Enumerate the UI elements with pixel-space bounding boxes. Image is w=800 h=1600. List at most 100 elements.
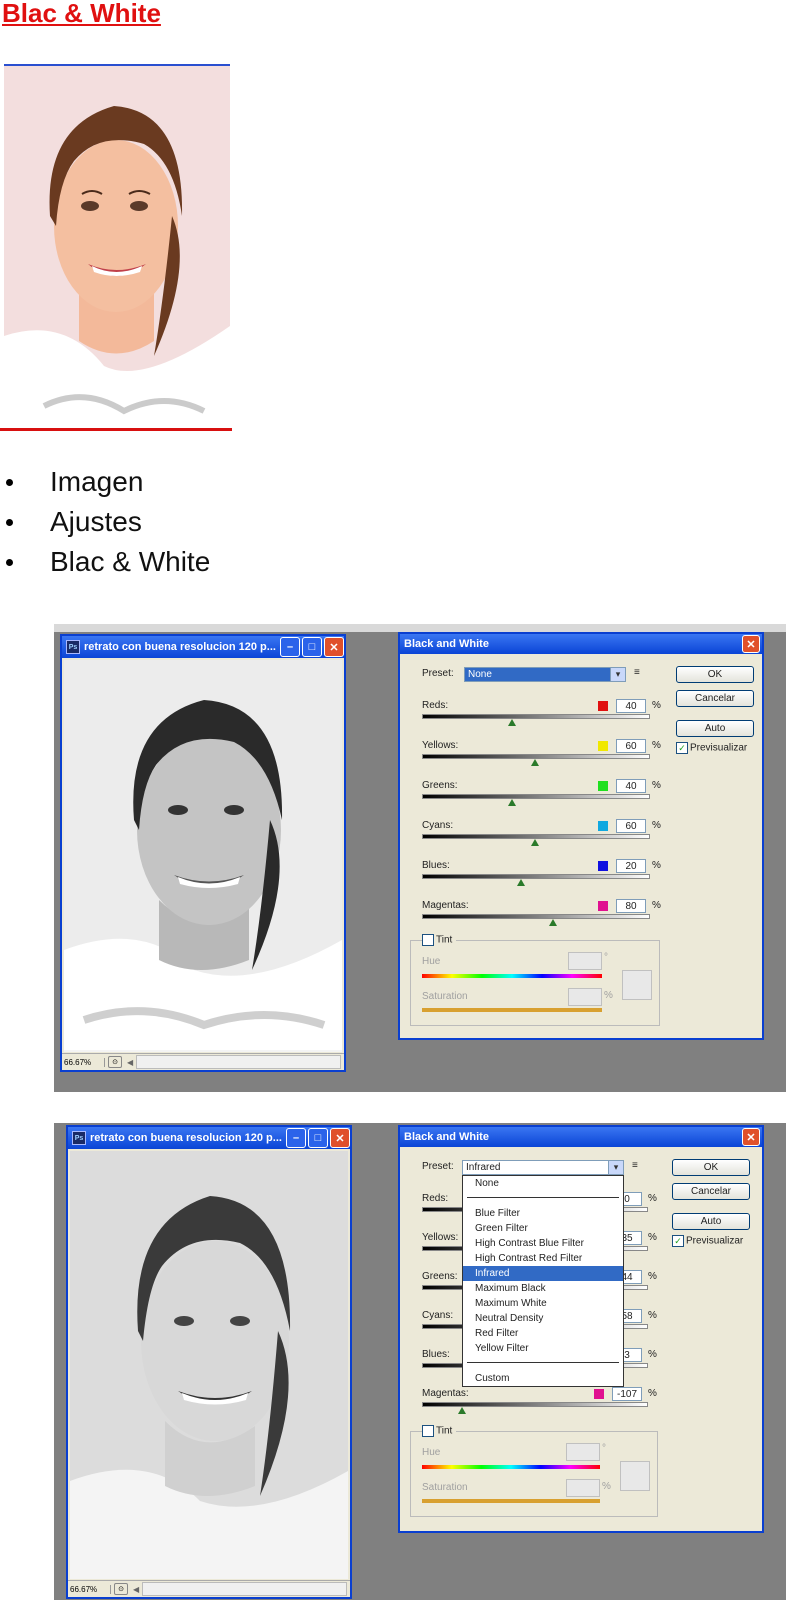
slider-track[interactable]: [422, 1402, 648, 1407]
color-swatch: [598, 861, 608, 871]
auto-button[interactable]: Auto: [676, 720, 754, 737]
slider-thumb[interactable]: [531, 759, 539, 766]
zoom-level[interactable]: 66.67%: [62, 1057, 105, 1067]
slider-value-input[interactable]: 80: [616, 899, 646, 913]
slider-track[interactable]: [422, 794, 650, 799]
slider-label: Greens:: [422, 780, 458, 791]
preset-options-icon[interactable]: ≡: [634, 667, 640, 678]
minimize-button[interactable]: –: [286, 1128, 306, 1148]
ok-button[interactable]: OK: [676, 666, 754, 683]
image-window[interactable]: Ps retrato con buena resolucion 120 p...…: [60, 634, 346, 1072]
percent-sign: %: [648, 1232, 657, 1243]
cancel-button[interactable]: Cancelar: [672, 1183, 750, 1200]
close-button[interactable]: ✕: [330, 1128, 350, 1148]
dropdown-option[interactable]: None: [463, 1176, 623, 1191]
horizontal-scrollbar[interactable]: [136, 1055, 341, 1069]
ok-button[interactable]: OK: [672, 1159, 750, 1176]
slider-value-input[interactable]: 20: [616, 859, 646, 873]
percent-sign: %: [604, 990, 613, 1001]
preset-select[interactable]: None ▾: [464, 667, 626, 682]
checkbox-checked-icon[interactable]: ✓: [676, 742, 688, 754]
slider-value-input[interactable]: 40: [616, 779, 646, 793]
slider-label: Reds:: [422, 700, 449, 711]
slider-thumb[interactable]: [531, 839, 539, 846]
maximize-button[interactable]: □: [308, 1128, 328, 1148]
percent-sign: %: [602, 1481, 611, 1492]
tint-color-swatch: [622, 970, 652, 1000]
slider-track[interactable]: [422, 874, 650, 879]
bullet-icon: [6, 478, 13, 486]
minimize-button[interactable]: –: [280, 637, 300, 657]
preset-select[interactable]: Infrared ▾: [462, 1160, 624, 1175]
slider-value-input[interactable]: -107: [612, 1387, 642, 1401]
image-window-title: retrato con buena resolucion 120 p...: [90, 1132, 282, 1144]
preview-checkbox[interactable]: ✓ Previsualizar: [676, 742, 747, 754]
dropdown-option[interactable]: Red Filter: [463, 1326, 623, 1341]
slider-value-input[interactable]: 60: [616, 819, 646, 833]
slider-thumb[interactable]: [458, 1407, 467, 1414]
screenshot-black-and-white-none: Ps retrato con buena resolucion 120 p...…: [54, 624, 786, 1092]
dropdown-option[interactable]: Maximum White: [463, 1296, 623, 1311]
preview-checkbox[interactable]: ✓ Previsualizar: [672, 1235, 743, 1247]
slider-thumb[interactable]: [508, 799, 517, 806]
zoom-level[interactable]: 66.67%: [68, 1584, 111, 1594]
tint-checkbox[interactable]: Tint: [422, 1425, 457, 1437]
dropdown-option[interactable]: High Contrast Blue Filter: [463, 1236, 623, 1251]
color-swatch: [598, 701, 608, 711]
degree-label: °: [602, 1443, 606, 1454]
checkbox-icon[interactable]: [422, 1425, 434, 1437]
preview-label: Previsualizar: [686, 1235, 744, 1247]
list-item: Imagen: [0, 462, 210, 502]
tint-checkbox[interactable]: Tint: [422, 934, 457, 946]
cancel-button[interactable]: Cancelar: [676, 690, 754, 707]
percent-sign: %: [648, 1310, 657, 1321]
dropdown-option[interactable]: Maximum Black: [463, 1281, 623, 1296]
grayscale-portrait: [64, 660, 342, 1052]
dropdown-option[interactable]: Neutral Density: [463, 1311, 623, 1326]
dropdown-option[interactable]: Yellow Filter: [463, 1341, 623, 1356]
black-and-white-dialog: Black and White ✕ Preset: Infrared ▾ ≡ O…: [398, 1125, 764, 1533]
slider-value-input[interactable]: 60: [616, 739, 646, 753]
image-window-titlebar[interactable]: Ps retrato con buena resolucion 120 p...…: [62, 636, 344, 658]
chevron-down-icon[interactable]: ▾: [610, 668, 625, 681]
auto-button[interactable]: Auto: [672, 1213, 750, 1230]
close-button[interactable]: ✕: [324, 637, 344, 657]
slider-track[interactable]: [422, 714, 650, 719]
scroll-left-icon[interactable]: ◀: [133, 1585, 139, 1594]
slider-label: Blues:: [422, 1349, 450, 1360]
slider-value-input[interactable]: 40: [616, 699, 646, 713]
dialog-close-button[interactable]: ✕: [742, 1128, 760, 1146]
image-window[interactable]: Ps retrato con buena resolucion 120 p...…: [66, 1125, 352, 1599]
dropdown-option[interactable]: High Contrast Red Filter: [463, 1251, 623, 1266]
preset-dropdown-list[interactable]: None Blue Filter Green Filter High Contrast…: [462, 1175, 624, 1387]
hue-field: [566, 1443, 600, 1461]
color-swatch: [594, 1389, 604, 1399]
slider-label: Greens:: [422, 1271, 458, 1282]
horizontal-scrollbar[interactable]: [142, 1582, 347, 1596]
preset-options-icon[interactable]: ≡: [632, 1160, 638, 1171]
dropdown-option[interactable]: Blue Filter: [463, 1206, 623, 1221]
slider-track[interactable]: [422, 914, 650, 919]
checkbox-checked-icon[interactable]: ✓: [672, 1235, 684, 1247]
percent-sign: %: [652, 740, 661, 751]
maximize-button[interactable]: □: [302, 637, 322, 657]
checkbox-icon[interactable]: [422, 934, 434, 946]
slider-label: Magentas:: [422, 1388, 469, 1399]
slider-thumb[interactable]: [508, 719, 517, 726]
slider-thumb[interactable]: [517, 879, 526, 886]
slider-thumb[interactable]: [549, 919, 558, 926]
dropdown-option[interactable]: Custom: [463, 1371, 623, 1386]
chevron-down-icon[interactable]: ▾: [608, 1161, 623, 1174]
image-window-titlebar[interactable]: Ps retrato con buena resolucion 120 p...…: [68, 1127, 350, 1149]
dropdown-option[interactable]: Green Filter: [463, 1221, 623, 1236]
tint-label: Tint: [436, 934, 453, 946]
scroll-left-icon[interactable]: ◀: [127, 1058, 133, 1067]
info-icon[interactable]: ⊙: [108, 1056, 122, 1068]
dropdown-option[interactable]: Infrared: [463, 1266, 623, 1281]
info-icon[interactable]: ⊙: [114, 1583, 128, 1595]
preset-label: Preset:: [422, 668, 454, 679]
color-swatch: [598, 741, 608, 751]
dialog-titlebar[interactable]: Black and White ✕: [400, 634, 762, 654]
dialog-titlebar[interactable]: Black and White ✕: [400, 1127, 762, 1147]
dialog-close-button[interactable]: ✕: [742, 635, 760, 653]
